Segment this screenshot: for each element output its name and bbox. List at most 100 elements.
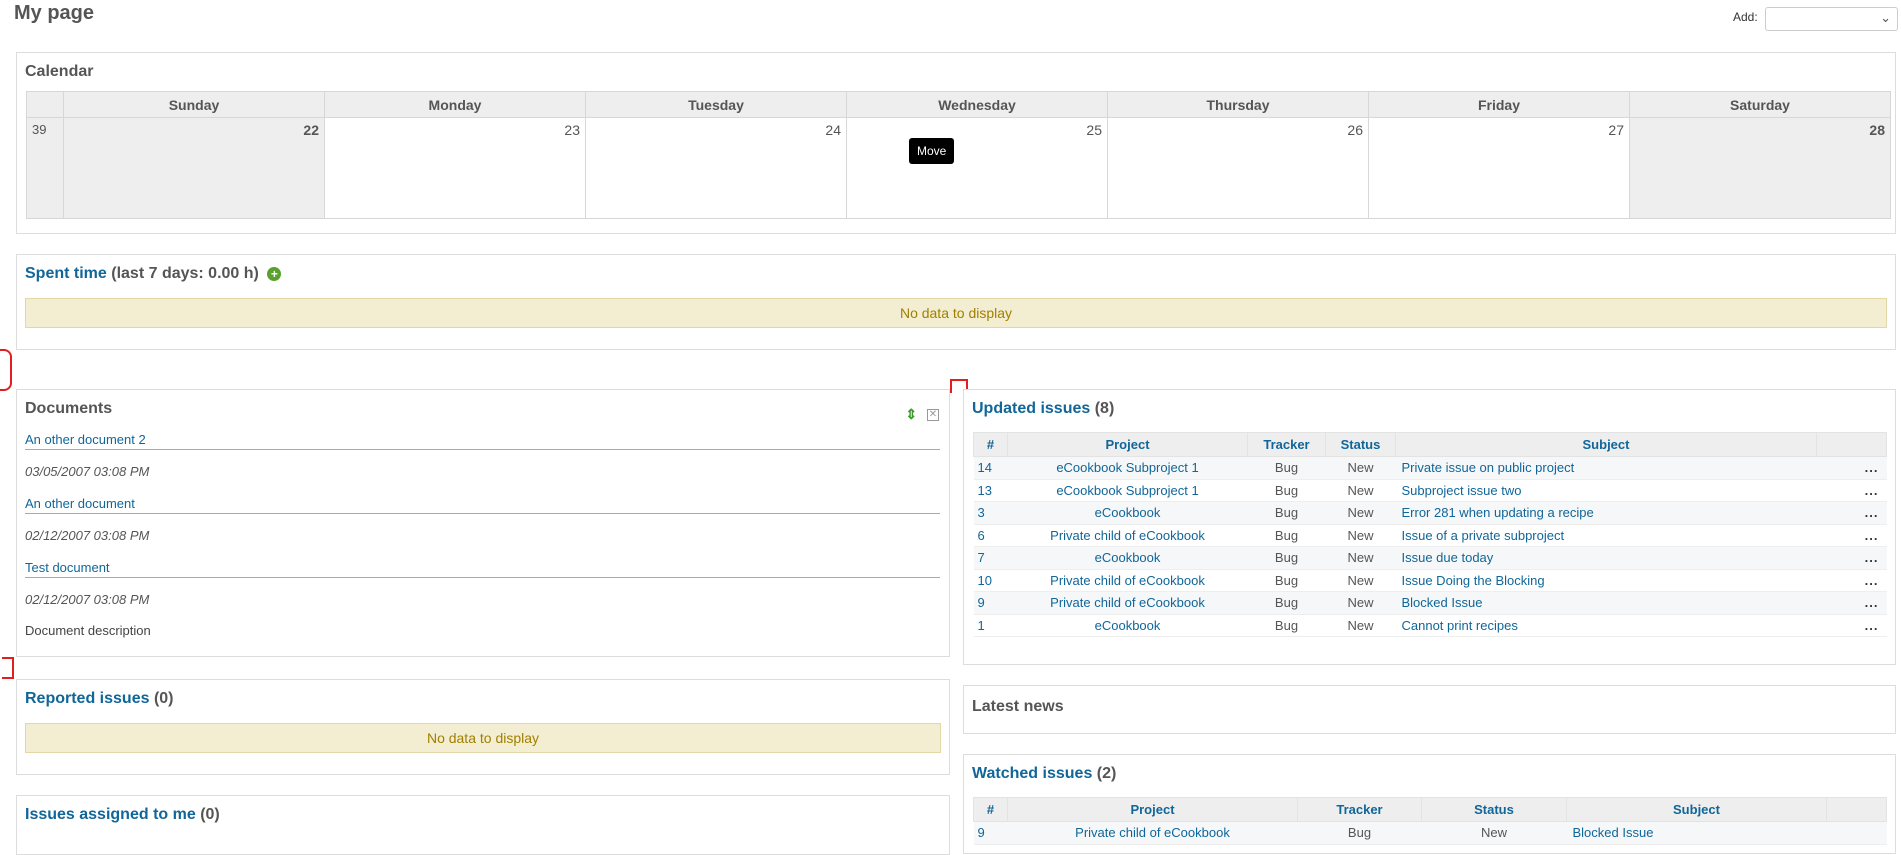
documents-box: Documents ⇕ ✕ An other document 2 03/05/…	[16, 389, 950, 657]
calendar-day-header: Friday	[1368, 91, 1630, 118]
column-header[interactable]: Project	[1007, 797, 1298, 822]
calendar-day-cell[interactable]: 24	[585, 117, 847, 219]
actions-menu-icon[interactable]: ...	[1816, 501, 1887, 525]
issue-id-link[interactable]: 7	[978, 550, 985, 565]
issue-id-link[interactable]: 3	[978, 505, 985, 520]
subject-link[interactable]: Blocked Issue	[1402, 595, 1483, 610]
subject-link[interactable]: Subproject issue two	[1402, 483, 1522, 498]
calendar-week-number: 39	[26, 117, 64, 219]
issue-id-link[interactable]: 1	[978, 618, 985, 633]
actions-menu-icon[interactable]: ...	[1816, 546, 1887, 570]
status-cell: New	[1325, 614, 1396, 637]
subject-link[interactable]: Issue due today	[1402, 550, 1494, 565]
calendar-day-header: Tuesday	[585, 91, 847, 118]
issue-id-link[interactable]: 10	[978, 573, 992, 588]
column-header[interactable]: Tracker	[1297, 797, 1422, 822]
reported-issues-link[interactable]: Reported issues	[25, 690, 149, 707]
reported-issues-heading: Reported issues (0)	[25, 690, 174, 708]
actions-menu-icon[interactable]: ...	[1816, 456, 1887, 480]
status-cell: New	[1325, 569, 1396, 592]
actions-menu-icon[interactable]: ...	[1816, 479, 1887, 502]
document-date: 02/12/2007 03:08 PM	[25, 528, 150, 543]
subject-link[interactable]: Private issue on public project	[1402, 460, 1575, 475]
close-icon[interactable]: ✕	[927, 409, 939, 422]
tracker-cell: Bug	[1247, 546, 1326, 570]
project-link[interactable]: eCookbook	[1095, 618, 1161, 633]
calendar-day-cell[interactable]: 25	[846, 117, 1108, 219]
actions-menu-icon[interactable]: ...	[1816, 569, 1887, 592]
column-header[interactable]: Subject	[1395, 432, 1817, 457]
calendar-day-cell[interactable]: 27	[1368, 117, 1630, 219]
actions-menu-icon[interactable]	[1826, 821, 1887, 845]
assigned-issues-link[interactable]: Issues assigned to me	[25, 806, 196, 823]
document-title-link[interactable]: An other document 2	[25, 432, 146, 447]
issue-id-link[interactable]: 13	[978, 483, 992, 498]
project-link[interactable]: Private child of eCookbook	[1075, 825, 1230, 840]
spent-time-heading: Spent time (last 7 days: 0.00 h) +	[25, 265, 282, 283]
issue-id-link[interactable]: 14	[978, 460, 992, 475]
status-cell: New	[1325, 479, 1396, 502]
document-date: 02/12/2007 03:08 PM	[25, 592, 150, 607]
column-header[interactable]: #	[973, 432, 1008, 457]
project-link[interactable]: eCookbook Subproject 1	[1056, 460, 1198, 475]
calendar-day-header: Sunday	[63, 91, 325, 118]
project-link[interactable]: Private child of eCookbook	[1050, 595, 1205, 610]
status-cell: New	[1421, 821, 1567, 845]
calendar-day-cell[interactable]: 28	[1629, 117, 1891, 219]
project-link[interactable]: eCookbook	[1095, 505, 1161, 520]
calendar-day-cell[interactable]: 23	[324, 117, 586, 219]
drop-marker	[2, 657, 14, 679]
documents-title: Documents	[25, 400, 113, 417]
tracker-cell: Bug	[1247, 501, 1326, 525]
column-header[interactable]: Status	[1421, 797, 1567, 822]
project-link[interactable]: eCookbook	[1095, 550, 1161, 565]
subject-link[interactable]: Issue Doing the Blocking	[1402, 573, 1545, 588]
add-time-icon[interactable]: +	[267, 266, 282, 281]
table-row: 6 Private child of eCookbook Bug New Iss…	[973, 524, 1887, 547]
calendar-day-cell[interactable]: 22	[63, 117, 325, 219]
spent-time-link[interactable]: Spent time	[25, 265, 107, 282]
column-header[interactable]: Project	[1007, 432, 1248, 457]
calendar-box: Calendar Sunday Monday Tuesday Wednesday…	[16, 52, 1896, 234]
actions-menu-icon[interactable]: ...	[1816, 614, 1887, 637]
table-row: 10 Private child of eCookbook Bug New Is…	[973, 569, 1887, 592]
divider	[25, 513, 940, 514]
calendar-title: Calendar	[25, 63, 94, 80]
subject-link[interactable]: Issue of a private subproject	[1402, 528, 1565, 543]
updated-issues-count: (8)	[1094, 400, 1115, 417]
issue-id-link[interactable]: 9	[978, 825, 985, 840]
updated-issues-heading: Updated issues (8)	[972, 400, 1114, 418]
column-header[interactable]: Tracker	[1247, 432, 1326, 457]
column-header[interactable]: #	[973, 797, 1008, 822]
actions-menu-icon[interactable]: ...	[1816, 524, 1887, 547]
subject-link[interactable]: Cannot print recipes	[1402, 618, 1518, 633]
document-title-link[interactable]: An other document	[25, 496, 135, 511]
watched-issues-heading: Watched issues (2)	[972, 765, 1116, 783]
watched-issues-link[interactable]: Watched issues	[972, 765, 1092, 782]
table-row: 1 eCookbook Bug New Cannot print recipes…	[973, 614, 1887, 637]
status-cell: New	[1325, 456, 1396, 480]
calendar-day-header: Wednesday	[846, 91, 1108, 118]
column-header[interactable]: Subject	[1566, 797, 1827, 822]
column-header[interactable]: Status	[1325, 432, 1396, 457]
subject-link[interactable]: Blocked Issue	[1573, 825, 1654, 840]
actions-menu-icon[interactable]: ...	[1816, 591, 1887, 615]
issue-id-link[interactable]: 6	[978, 528, 985, 543]
divider	[25, 449, 940, 450]
assigned-issues-heading: Issues assigned to me (0)	[25, 806, 220, 824]
calendar-day-cell[interactable]: 26	[1107, 117, 1369, 219]
no-data-message: No data to display	[25, 723, 941, 753]
add-block-select[interactable]: ⌄	[1765, 7, 1898, 31]
project-link[interactable]: eCookbook Subproject 1	[1056, 483, 1198, 498]
issue-id-link[interactable]: 9	[978, 595, 985, 610]
tracker-cell: Bug	[1247, 614, 1326, 637]
status-cell: New	[1325, 546, 1396, 570]
updated-issues-link[interactable]: Updated issues	[972, 400, 1090, 417]
sort-handle-icon[interactable]: ⇕	[905, 406, 917, 422]
project-link[interactable]: Private child of eCookbook	[1050, 573, 1205, 588]
box-icons: ⇕ ✕	[905, 406, 939, 423]
document-date: 03/05/2007 03:08 PM	[25, 464, 150, 479]
document-title-link[interactable]: Test document	[25, 560, 110, 575]
project-link[interactable]: Private child of eCookbook	[1050, 528, 1205, 543]
subject-link[interactable]: Error 281 when updating a recipe	[1402, 505, 1594, 520]
